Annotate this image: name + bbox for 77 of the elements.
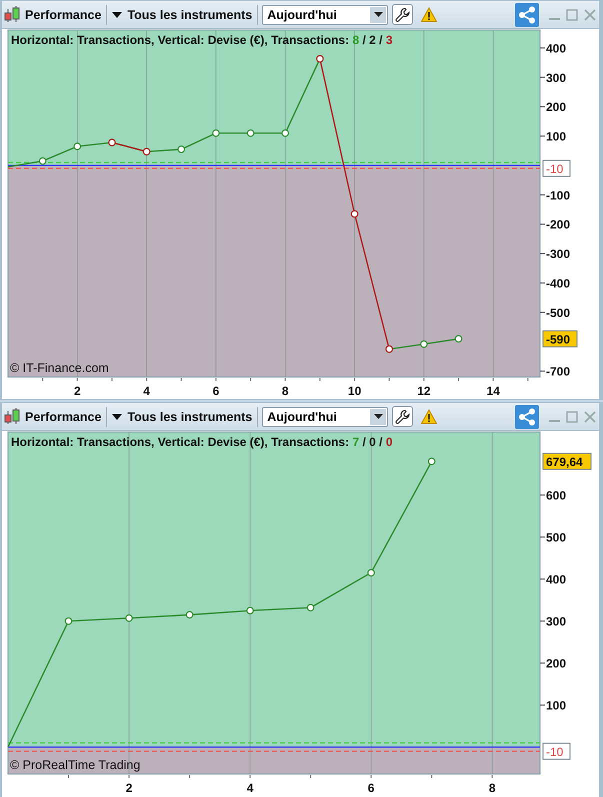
instruments-dropdown[interactable]: Tous les instruments — [111, 408, 254, 426]
axis-label: 500 — [546, 530, 566, 545]
data-point — [306, 604, 314, 612]
caret-icon — [374, 12, 383, 17]
data-point — [38, 157, 46, 165]
chart-legend: Horizontal: Transactions, Vertical: Devise (€), Transactions: 8 / 2 / 3 — [11, 33, 392, 47]
data-point — [74, 142, 82, 150]
maximize-icon[interactable] — [566, 410, 578, 422]
performance-button[interactable]: Performance — [24, 6, 102, 24]
period-select[interactable]: Aujourd'hui — [262, 4, 388, 24]
value-badge: -590 — [542, 330, 578, 348]
share-button[interactable] — [515, 404, 539, 428]
axis-label: -700 — [546, 364, 570, 379]
close-icon[interactable] — [584, 8, 596, 20]
data-point — [178, 146, 186, 154]
axis-label: 300 — [546, 614, 566, 629]
data-point — [367, 569, 375, 576]
wrench-icon — [394, 408, 411, 424]
axis-label: 4 — [246, 781, 254, 795]
data-point — [64, 617, 72, 625]
axis-label: 300 — [546, 70, 566, 85]
settings-button[interactable] — [392, 406, 414, 427]
maximize-icon[interactable] — [566, 8, 578, 20]
caret-icon — [374, 414, 383, 419]
axis-label: 8 — [488, 781, 496, 795]
candlestick-icon — [4, 406, 20, 426]
data-point — [350, 210, 358, 218]
warning-icon — [421, 7, 438, 22]
axis-label: -100 — [546, 188, 570, 202]
wrench-icon — [394, 6, 411, 22]
axis-label: 4 — [143, 384, 150, 398]
data-point — [246, 606, 254, 614]
settings-button[interactable] — [392, 4, 414, 25]
axis-label: 10 — [348, 384, 362, 398]
data-point — [282, 129, 290, 137]
axis-label: 200 — [546, 656, 566, 671]
caret-icon — [112, 12, 122, 18]
performance-button[interactable]: Performance — [24, 408, 102, 426]
axis-label: -300 — [546, 247, 570, 262]
axis-label: -500 — [546, 306, 570, 320]
axis-label: 200 — [546, 100, 566, 114]
share-icon — [518, 6, 536, 24]
axis-label: 400 — [546, 41, 566, 56]
axis-label: -200 — [546, 218, 570, 232]
instruments-dropdown[interactable]: Tous les instruments — [111, 6, 254, 24]
axis-label: 100 — [546, 130, 566, 144]
share-button[interactable] — [515, 2, 539, 26]
axis-label: 400 — [546, 572, 566, 587]
axis-label: 6 — [212, 384, 220, 398]
candlestick-icon — [4, 4, 20, 24]
copyright-text: © IT-Finance.com — [10, 361, 109, 375]
data-point — [212, 129, 220, 137]
axis-label: -400 — [546, 276, 570, 290]
axis-label: 2 — [126, 781, 132, 795]
axis-label: 8 — [282, 384, 289, 398]
data-point — [246, 129, 254, 137]
value-badge: 679,64 — [542, 452, 592, 470]
axis-label: 2 — [74, 384, 81, 398]
warning-icon — [421, 409, 438, 424]
data-point — [125, 614, 133, 622]
data-point — [454, 335, 462, 343]
chart-legend: Horizontal: Transactions, Vertical: Devise (€), Transactions: 7 / 0 / 0 — [11, 435, 392, 449]
data-point — [186, 611, 194, 619]
axis-label: 12 — [417, 384, 431, 398]
caret-icon — [112, 414, 122, 420]
axis-label: 14 — [486, 384, 500, 398]
axis-label: 6 — [368, 781, 374, 795]
close-icon[interactable] — [584, 410, 596, 422]
data-point — [428, 458, 436, 466]
price-tag: -10 — [542, 742, 570, 760]
period-select[interactable]: Aujourd'hui — [262, 406, 388, 426]
price-tag: -10 — [542, 160, 570, 177]
axis-label: 100 — [546, 698, 566, 713]
copyright-text: © ProRealTime Trading — [10, 758, 140, 772]
data-point — [420, 340, 428, 348]
share-icon — [518, 408, 536, 426]
axis-label: 600 — [546, 488, 566, 503]
